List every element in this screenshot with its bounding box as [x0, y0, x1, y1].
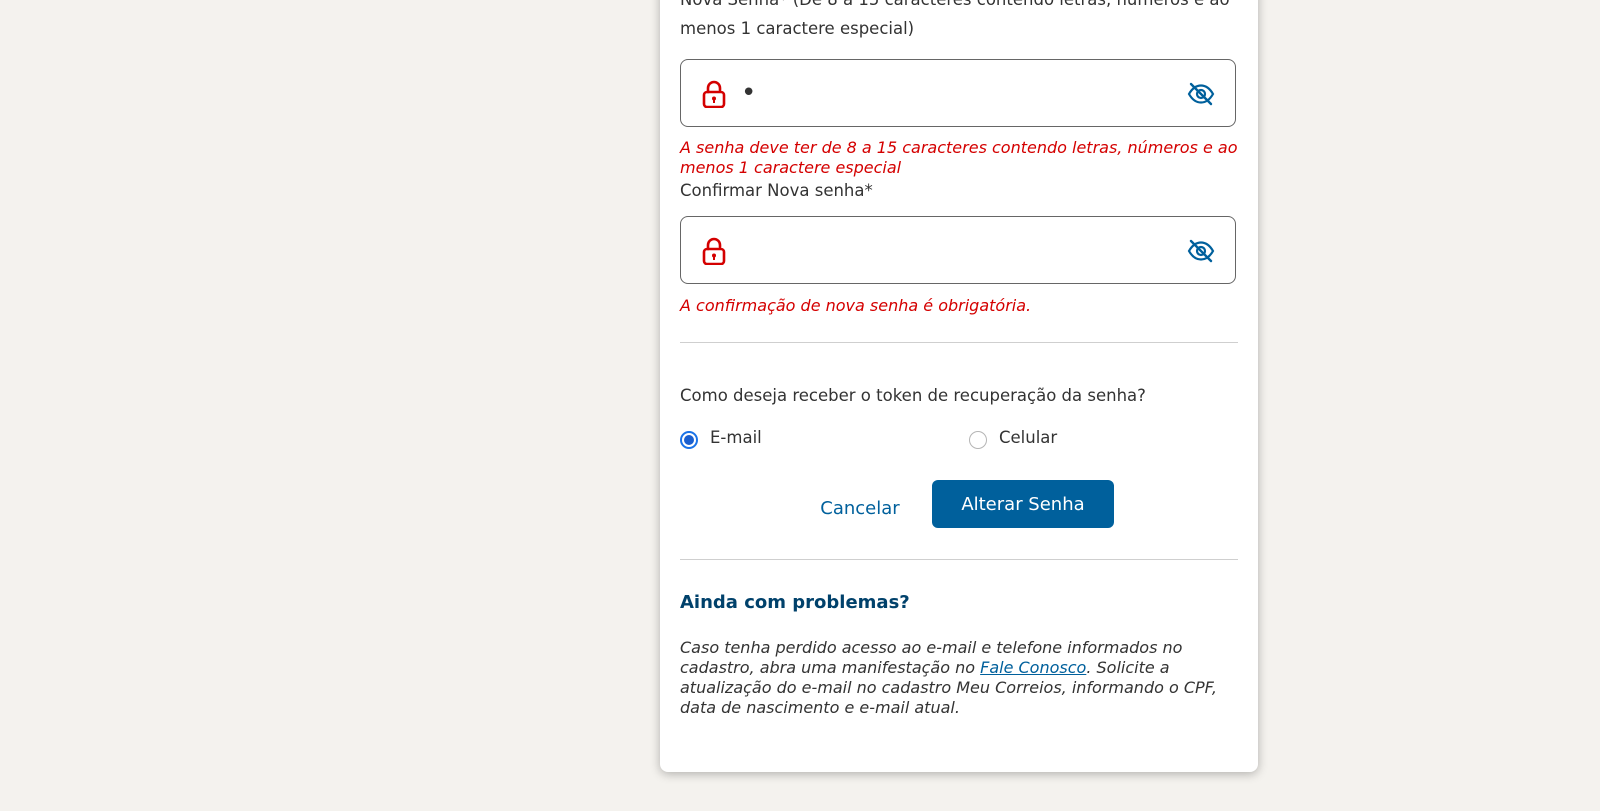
celular-radio-label: Celular [999, 428, 1058, 447]
new-password-label: Nova Senha* (De 8 a 15 caracteres conten… [680, 0, 1230, 38]
email-radio-label: E-mail [710, 428, 762, 447]
new-password-value: • [741, 78, 757, 108]
cancel-button[interactable]: Cancelar [808, 484, 912, 532]
divider [680, 559, 1238, 560]
fale-conosco-link[interactable]: Fale Conosco [980, 658, 1086, 677]
radio-option-email[interactable]: E-mail [680, 426, 762, 450]
confirm-password-error: A confirmação de nova senha é obrigatóri… [680, 296, 1032, 315]
token-question: Como deseja receber o token de recuperaç… [680, 386, 1146, 405]
new-password-field[interactable]: • [680, 59, 1236, 127]
new-password-error: A senha deve ter de 8 a 15 caracteres co… [680, 138, 1238, 177]
change-password-button[interactable]: Alterar Senha [932, 480, 1114, 528]
radio-option-celular[interactable]: Celular [969, 426, 1057, 450]
confirm-password-label: Confirmar Nova senha* [680, 181, 873, 200]
lock-icon [702, 80, 726, 108]
celular-radio[interactable] [969, 431, 987, 449]
help-text: Caso tenha perdido acesso ao e-mail e te… [680, 638, 1220, 718]
lock-icon [702, 237, 726, 265]
confirm-password-field[interactable] [680, 216, 1236, 284]
change-password-card: Nova Senha* (De 8 a 15 caracteres conten… [660, 0, 1258, 772]
help-title: Ainda com problemas? [680, 592, 910, 613]
email-radio[interactable] [680, 431, 698, 449]
eye-off-icon[interactable] [1187, 82, 1215, 106]
eye-off-icon[interactable] [1187, 239, 1215, 263]
divider [680, 342, 1238, 343]
